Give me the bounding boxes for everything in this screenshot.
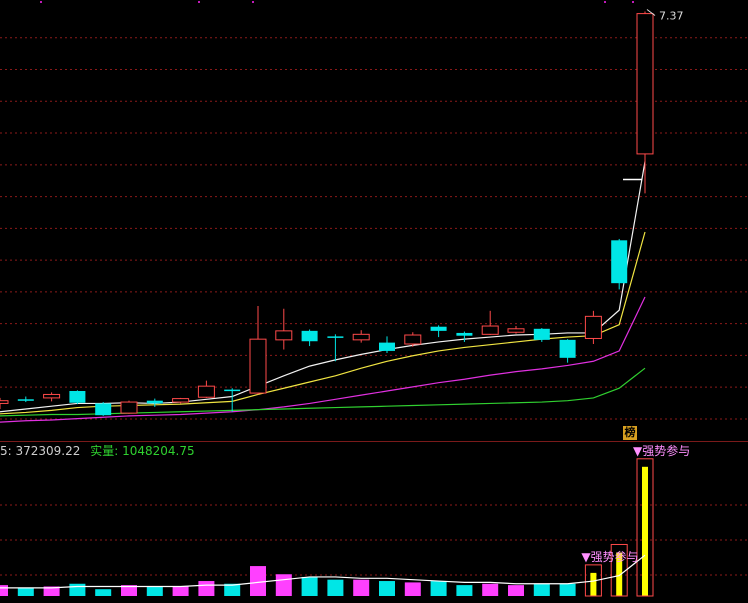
candle-body bbox=[533, 328, 550, 340]
volume-bar bbox=[17, 587, 34, 596]
volume-bar bbox=[275, 574, 292, 596]
moving-average-line bbox=[0, 231, 646, 415]
candle-body bbox=[0, 400, 9, 404]
candle-body bbox=[611, 240, 628, 284]
volume-bar bbox=[508, 585, 524, 596]
volume-header: 5: 372309.22 实量: 1048204.75 bbox=[0, 442, 195, 459]
volume-bar bbox=[327, 579, 344, 596]
top-marker bbox=[198, 1, 200, 3]
volume-bar bbox=[482, 583, 499, 596]
volume-bar bbox=[379, 581, 395, 596]
candle-body bbox=[301, 330, 318, 342]
candle-body bbox=[224, 389, 241, 392]
volume-bar bbox=[559, 583, 576, 596]
candle-body bbox=[17, 399, 34, 401]
candle-body bbox=[430, 326, 447, 331]
top-marker bbox=[632, 1, 634, 3]
top-marker bbox=[40, 1, 42, 3]
volume-bar bbox=[430, 581, 447, 596]
volume-bar bbox=[198, 581, 215, 596]
volume-bar bbox=[301, 576, 318, 596]
candle-body bbox=[327, 336, 344, 338]
high-price-label: 7.37 bbox=[659, 10, 684, 23]
top-marker bbox=[604, 1, 606, 3]
volume-bar bbox=[95, 589, 112, 596]
volume-bar bbox=[172, 586, 189, 596]
volume-bar bbox=[533, 583, 550, 596]
signal-label: ▼强势参与 bbox=[581, 549, 638, 564]
candle-body bbox=[172, 398, 190, 403]
top-marker bbox=[252, 1, 254, 3]
kline-chart: 7.37 ▼强势参与 ▼强势参与 5: 372309.22 实量: 1048204.… bbox=[0, 0, 748, 599]
candle-body bbox=[456, 332, 473, 336]
volume-bar bbox=[353, 579, 370, 596]
volume-bar bbox=[456, 585, 473, 596]
volume-bar bbox=[250, 566, 266, 596]
candle-body bbox=[249, 338, 267, 394]
candle-body bbox=[69, 390, 86, 403]
candle-body bbox=[584, 315, 602, 339]
volume-bar bbox=[146, 586, 163, 596]
candle-body bbox=[275, 330, 293, 341]
volume-bar bbox=[404, 582, 421, 596]
real-volume-value: 实量: 1048204.75 bbox=[90, 444, 195, 458]
candle-body bbox=[507, 328, 525, 333]
candle-body bbox=[197, 385, 215, 398]
chart-svg: 7.37 ▼强势参与 ▼强势参与 bbox=[0, 9, 748, 597]
candle-body bbox=[95, 403, 112, 416]
volume-ma-value: 5: 372309.22 bbox=[0, 444, 81, 458]
signal-label: ▼强势参与 bbox=[633, 443, 690, 458]
volume-average-line bbox=[0, 554, 646, 589]
list-badge[interactable]: 榜 bbox=[623, 426, 637, 440]
candle-body bbox=[43, 393, 61, 399]
candle-body bbox=[379, 342, 395, 351]
volume-bar bbox=[642, 466, 648, 596]
candle-body bbox=[146, 400, 163, 404]
candle-body bbox=[636, 13, 654, 155]
candle-body bbox=[559, 339, 576, 358]
moving-average-line bbox=[0, 161, 646, 413]
volume-bar bbox=[590, 572, 597, 596]
candle-body bbox=[481, 325, 499, 335]
candle-body bbox=[352, 333, 370, 341]
candle-body bbox=[120, 401, 138, 414]
volume-bar bbox=[69, 583, 86, 596]
candle-body bbox=[404, 334, 422, 345]
volume-bar bbox=[0, 585, 8, 596]
